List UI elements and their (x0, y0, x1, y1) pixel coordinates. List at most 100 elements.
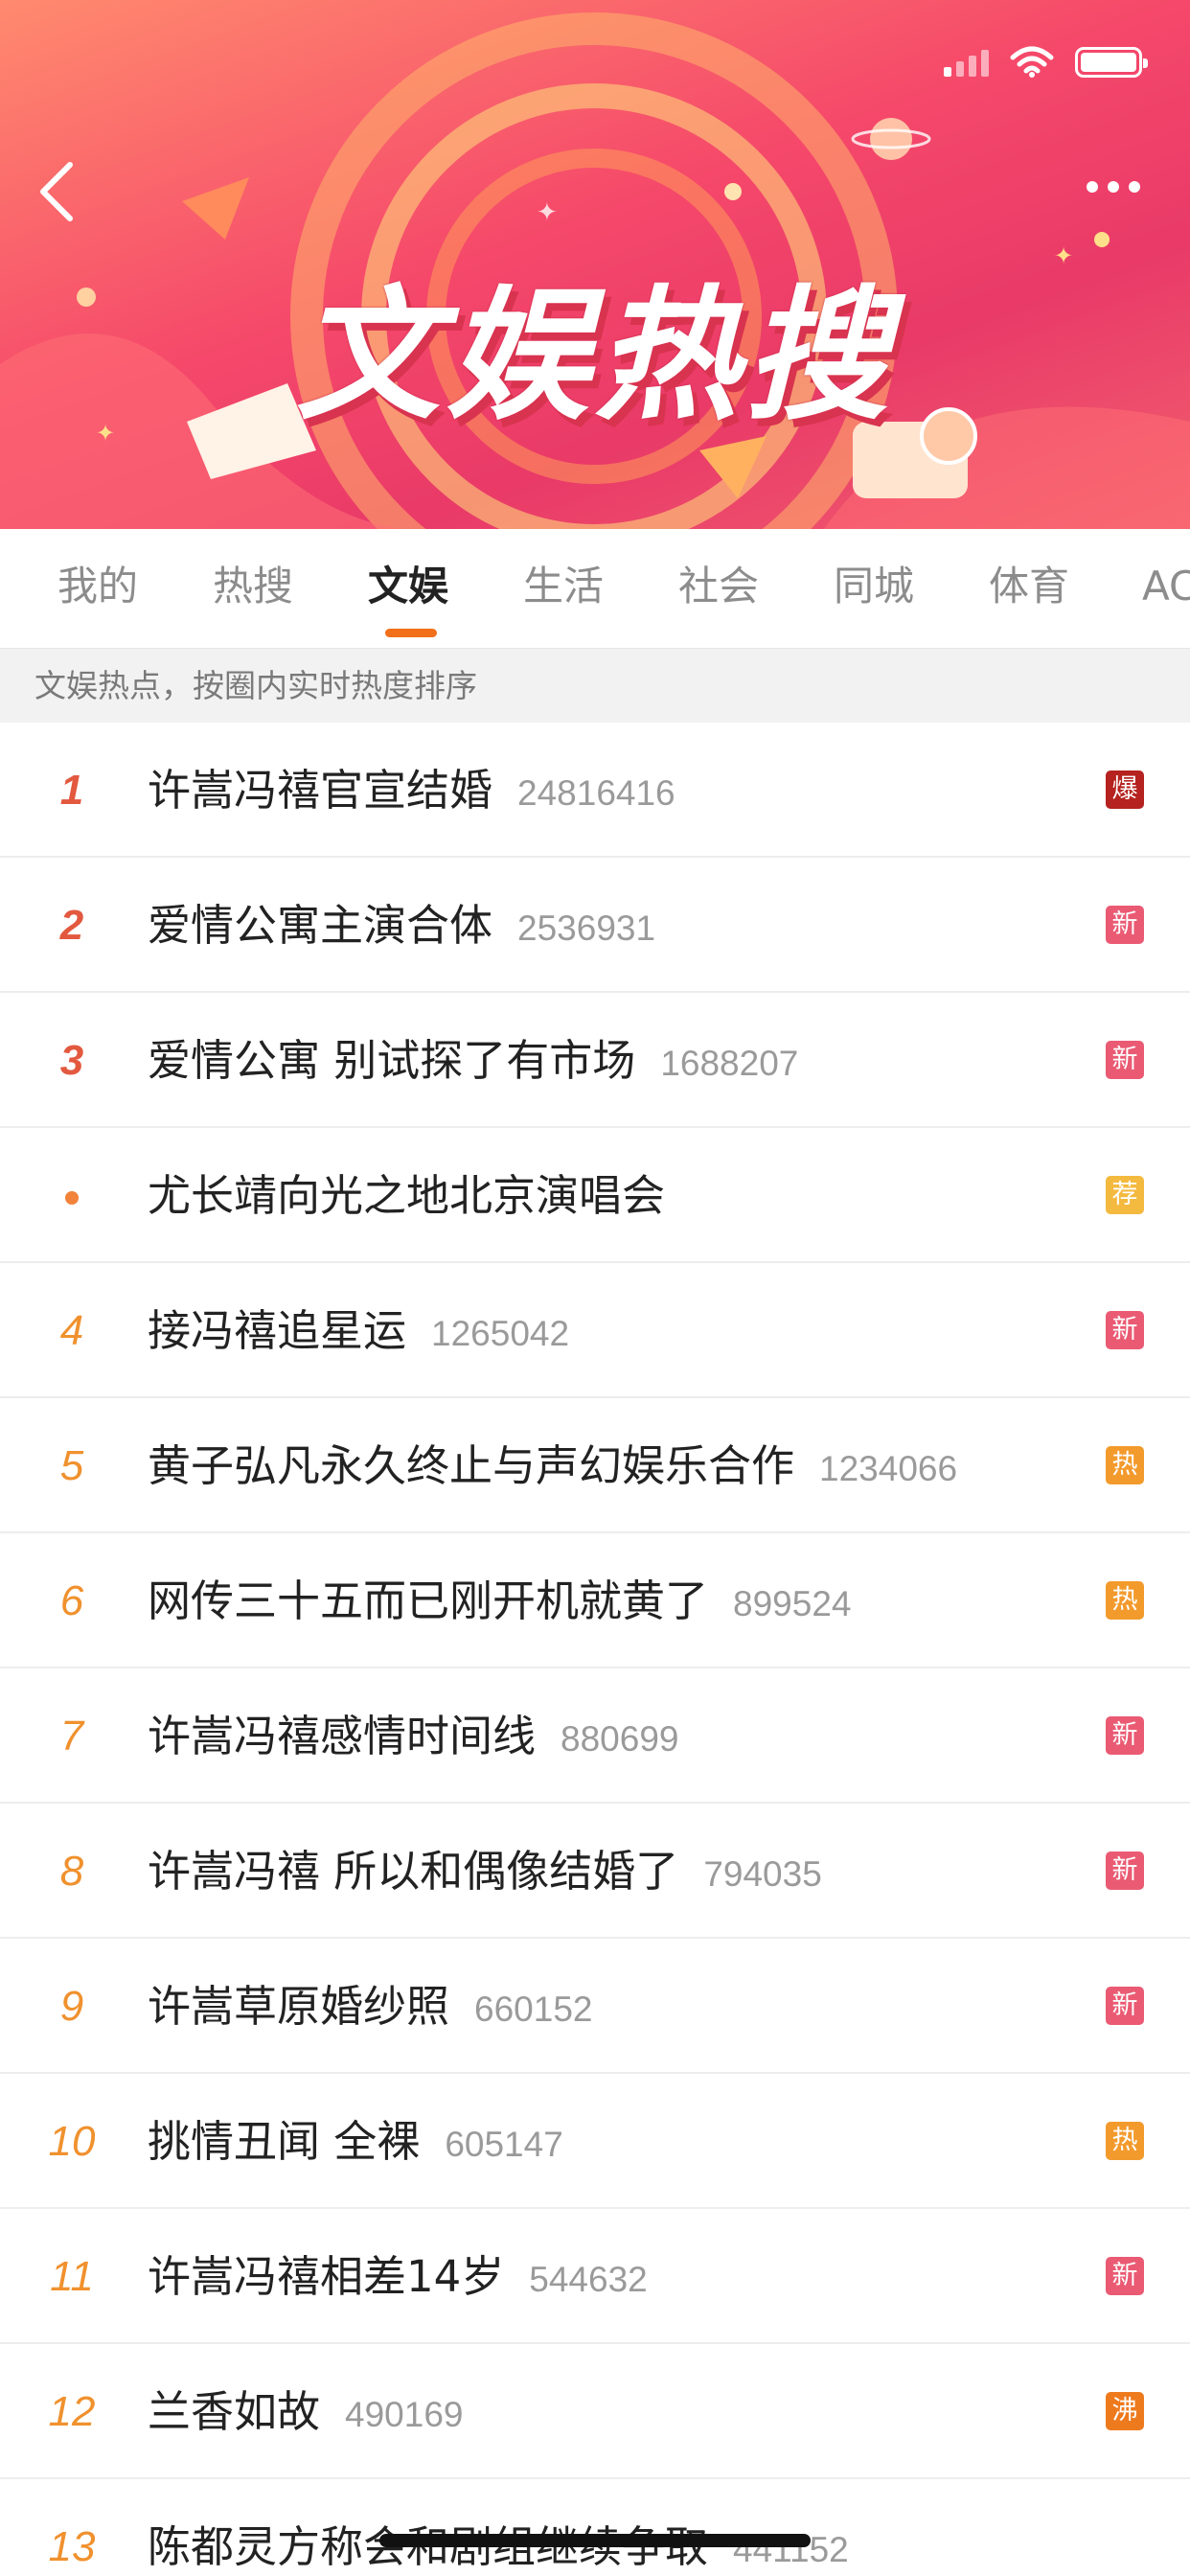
item-title[interactable]: 挑情丑闻 全裸 (148, 2116, 420, 2167)
status-badge: 热 (1106, 1581, 1144, 1620)
active-tab-indicator (385, 629, 437, 637)
heat-count: 794035 (703, 1854, 822, 1894)
more-dots-icon-dot (1129, 181, 1140, 193)
rank-number: 2 (59, 902, 84, 949)
tab-life[interactable]: 生活 (523, 558, 604, 615)
item-text: 许嵩草原婚纱照 660152 (148, 1939, 592, 2074)
heat-count: 1688207 (660, 1044, 799, 1083)
back-button[interactable] (23, 153, 90, 230)
status-badge: 热 (1106, 1446, 1144, 1484)
item-title[interactable]: 兰香如故 (148, 2386, 320, 2437)
rank-number: 4 (59, 1307, 84, 1354)
item-text: 许嵩冯禧相差14岁 544632 (148, 2209, 648, 2344)
item-text: 许嵩冯禧感情时间线 880699 (148, 1668, 678, 1804)
item-title[interactable]: 许嵩草原婚纱照 (148, 1981, 449, 2032)
item-title[interactable]: 尤长靖向光之地北京演唱会 (148, 1170, 665, 1221)
heat-count: 899524 (733, 1584, 852, 1623)
item-text: 许嵩冯禧 所以和偶像结婚了 794035 (148, 1804, 822, 1939)
tab-mine[interactable]: 我的 (57, 558, 138, 615)
list-item[interactable]: 7 许嵩冯禧感情时间线 880699 新 (0, 1668, 1190, 1804)
status-badge: 新 (1106, 906, 1144, 944)
tab-society[interactable]: 社会 (678, 558, 759, 615)
item-title[interactable]: 黄子弘凡永久终止与声幻娱乐合作 (148, 1440, 794, 1491)
home-indicator (379, 2534, 811, 2547)
item-title[interactable]: 爱情公寓主演合体 (148, 900, 492, 951)
item-title[interactable]: 网传三十五而已刚开机就黄了 (148, 1576, 708, 1626)
promoted-dot-icon (38, 1128, 105, 1263)
heat-count: 2536931 (517, 908, 656, 948)
heat-count: 1234066 (819, 1449, 958, 1488)
list-item[interactable]: 4 接冯禧追星运 1265042 新 (0, 1263, 1190, 1398)
item-title[interactable]: 许嵩冯禧相差14岁 (148, 2251, 504, 2302)
list-item[interactable]: 3 爱情公寓 别试探了有市场 1688207 新 (0, 993, 1190, 1128)
status-badge: 新 (1106, 1852, 1144, 1890)
wifi-icon (1010, 46, 1054, 78)
status-bar (944, 38, 1148, 86)
rank-number: 1 (59, 767, 84, 814)
list-item[interactable]: 11 许嵩冯禧相差14岁 544632 新 (0, 2209, 1190, 2344)
tab-entertainment[interactable]: 文娱 (368, 558, 448, 615)
hot-search-list: 1 许嵩冯禧官宣结婚 24816416 爆 2 爱情公寓主演合体 2536931 新 3 爱情公寓… (0, 723, 1190, 2576)
status-badge: 爆 (1106, 770, 1144, 809)
status-badge: 新 (1106, 1716, 1144, 1755)
item-title[interactable]: 爱情公寓 别试探了有市场 (148, 1035, 635, 1086)
list-item[interactable]: 8 许嵩冯禧 所以和偶像结婚了 794035 新 (0, 1804, 1190, 1939)
item-title[interactable]: 许嵩冯禧 所以和偶像结婚了 (148, 1846, 678, 1897)
rank-number: 8 (59, 1848, 84, 1895)
status-badge: 新 (1106, 1311, 1144, 1349)
item-text: 爱情公寓 别试探了有市场 1688207 (148, 993, 798, 1128)
list-description: 文娱热点，按圈内实时热度排序 (0, 648, 1190, 723)
more-button[interactable] (1075, 163, 1152, 211)
item-text: 挑情丑闻 全裸 605147 (148, 2074, 563, 2209)
rank-number: 7 (59, 1713, 84, 1760)
rank-number: 10 (48, 2118, 96, 2165)
list-item[interactable]: 尤长靖向光之地北京演唱会 荐 (0, 1128, 1190, 1263)
list-item[interactable]: 1 许嵩冯禧官宣结婚 24816416 爆 (0, 723, 1190, 858)
status-badge: 新 (1106, 1041, 1144, 1079)
rank-number: 6 (59, 1577, 84, 1624)
item-title[interactable]: 接冯禧追星运 (148, 1305, 406, 1356)
status-badge: 沸 (1106, 2392, 1144, 2430)
chevron-left-icon (40, 162, 73, 221)
heat-count: 660152 (474, 1990, 593, 2029)
list-item[interactable]: 12 兰香如故 490169 沸 (0, 2344, 1190, 2479)
item-text: 陈都灵方称会和剧组继续争取441152 (148, 2479, 849, 2576)
heat-count: 1265042 (431, 1314, 570, 1353)
list-item[interactable]: 9 许嵩草原婚纱照 660152 新 (0, 1939, 1190, 2074)
list-item[interactable]: 5 黄子弘凡永久终止与声幻娱乐合作 1234066 热 (0, 1398, 1190, 1533)
tab-local[interactable]: 同城 (834, 558, 914, 615)
item-title[interactable]: 许嵩冯禧感情时间线 (148, 1711, 536, 1761)
heat-count: 880699 (561, 1719, 679, 1759)
more-dots-icon (1087, 181, 1098, 193)
heat-count: 544632 (529, 2260, 648, 2299)
item-text: 兰香如故 490169 (148, 2344, 463, 2479)
category-tabs: 我的 热搜 文娱 生活 社会 同城 体育 AC (0, 529, 1190, 648)
list-item[interactable]: 13 陈都灵方称会和剧组继续争取441152 (0, 2479, 1190, 2576)
tab-ac[interactable]: AC (1142, 558, 1190, 615)
rank-number: 5 (59, 1442, 84, 1489)
rank-number: 13 (48, 2523, 96, 2570)
item-text: 网传三十五而已刚开机就黄了 899524 (148, 1533, 851, 1668)
tab-sports[interactable]: 体育 (989, 558, 1069, 615)
heat-count: 490169 (345, 2395, 464, 2434)
item-text: 黄子弘凡永久终止与声幻娱乐合作 1234066 (148, 1398, 957, 1533)
status-badge: 新 (1106, 1987, 1144, 2025)
status-badge: 新 (1106, 2257, 1144, 2295)
page-title: 文娱热搜 (295, 273, 894, 440)
rank-number: 11 (50, 2253, 94, 2300)
tab-hot-search[interactable]: 热搜 (213, 558, 293, 615)
item-title[interactable]: 许嵩冯禧官宣结婚 (148, 765, 492, 816)
status-badge: 荐 (1106, 1176, 1144, 1214)
rank-number: 3 (59, 1037, 84, 1084)
header-banner: ✦ ✦ ✦ 文娱热搜 (0, 0, 1190, 529)
item-text: 尤长靖向光之地北京演唱会 (148, 1128, 665, 1263)
list-item[interactable]: 6 网传三十五而已刚开机就黄了 899524 热 (0, 1533, 1190, 1668)
list-item[interactable]: 2 爱情公寓主演合体 2536931 新 (0, 858, 1190, 993)
cellular-signal-icon (944, 48, 989, 77)
more-dots-icon-dot (1108, 181, 1119, 193)
item-text: 许嵩冯禧官宣结婚 24816416 (148, 723, 675, 858)
item-text: 爱情公寓主演合体 2536931 (148, 858, 655, 993)
rank-number: 9 (59, 1983, 84, 2030)
list-item[interactable]: 10 挑情丑闻 全裸 605147 热 (0, 2074, 1190, 2209)
list-description-text: 文娱热点，按圈内实时热度排序 (34, 667, 477, 704)
